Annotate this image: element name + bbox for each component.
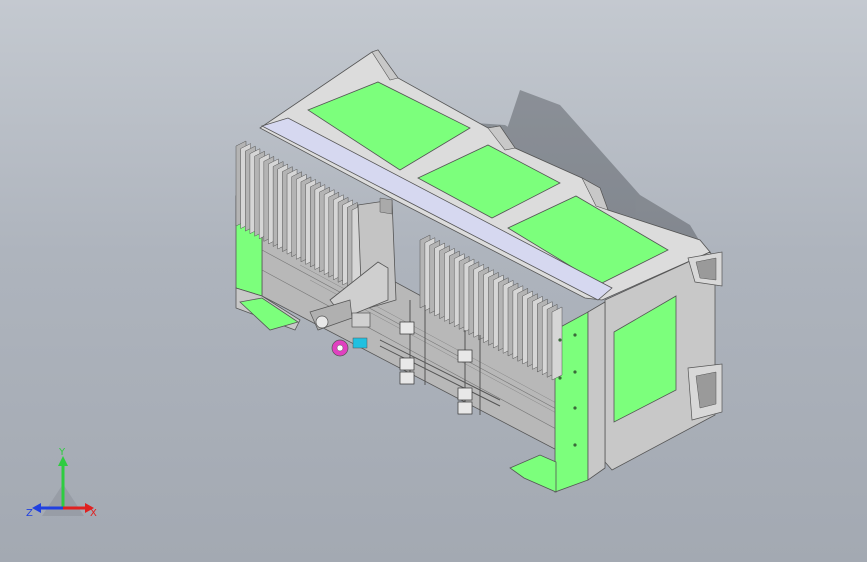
bolt — [573, 443, 577, 447]
z-axis-label: Z — [26, 508, 33, 519]
bolt — [573, 333, 577, 337]
cad-viewport[interactable] — [0, 0, 867, 562]
bellows-fold — [551, 306, 563, 381]
clamp-block[interactable] — [399, 357, 415, 371]
clamp-block[interactable] — [399, 321, 415, 335]
clamp-block[interactable] — [457, 387, 473, 401]
y-axis-label: Y — [58, 447, 66, 458]
bolt — [573, 370, 577, 374]
axis-triad: Y X Z — [26, 447, 97, 519]
bolt — [558, 376, 562, 380]
x-axis-label: X — [90, 508, 97, 519]
clamp-block[interactable] — [457, 349, 473, 363]
bolt — [558, 338, 562, 342]
bolt — [573, 406, 577, 410]
clamp-block[interactable] — [399, 371, 415, 385]
clamp-block[interactable] — [457, 401, 473, 415]
